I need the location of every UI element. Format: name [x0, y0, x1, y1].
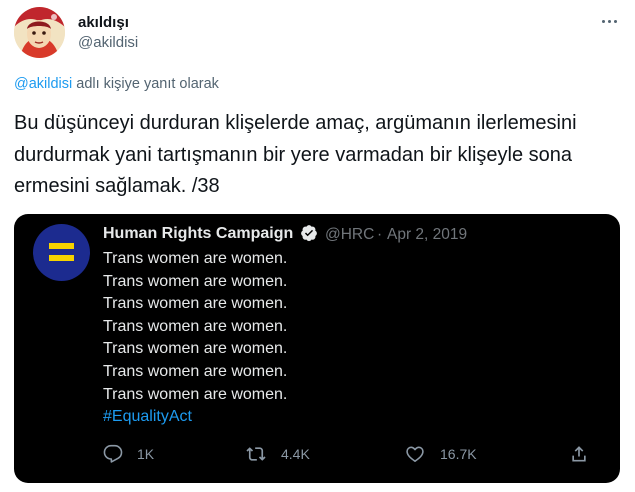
quoted-line: Trans women are women.: [103, 295, 288, 313]
like-count: 16.7K: [440, 446, 477, 462]
share-icon: [572, 446, 586, 462]
avatar-illustration: [14, 7, 65, 58]
retweet-count: 4.4K: [281, 446, 310, 462]
reply-to-suffix: adlı kişiye yanıt olarak: [72, 76, 219, 92]
logo-bar-top: [49, 243, 74, 249]
quoted-tweet-card[interactable]: Human Rights Campaign @HRC · Apr 2, 2019…: [14, 214, 620, 483]
like-button[interactable]: 16.7K: [404, 442, 477, 466]
tweet-header: akıldışı @akildisi: [14, 5, 624, 59]
hrc-equal-logo[interactable]: [33, 224, 90, 281]
quoted-author-handle[interactable]: @HRC: [325, 226, 374, 244]
reply-button[interactable]: 1K: [103, 442, 154, 466]
author-avatar[interactable]: [14, 7, 65, 58]
retweet-button[interactable]: 4.4K: [245, 442, 310, 466]
share-button[interactable]: [569, 442, 589, 466]
hashtag-link[interactable]: #EqualityAct: [103, 406, 287, 429]
quoted-line: Trans women are women.: [103, 340, 288, 358]
quoted-line: Trans women are women.: [103, 362, 288, 380]
reply-context: @akildisi adlı kişiye yanıt olarak: [14, 76, 219, 92]
verified-badge-icon: [301, 225, 317, 242]
retweet-icon: [246, 447, 266, 461]
reply-to-link[interactable]: @akildisi: [14, 76, 72, 92]
reply-icon: [103, 444, 123, 463]
like-icon: [406, 446, 424, 462]
more-dot: [613, 19, 617, 23]
quoted-tweet-text: Trans women are women. Trans women are w…: [103, 248, 287, 429]
more-icon[interactable]: [596, 11, 622, 31]
tweet-text: Bu düşünceyi durduran klişelerde amaç, a…: [14, 112, 577, 197]
reply-count: 1K: [137, 446, 155, 462]
logo-bar-bottom: [49, 255, 74, 261]
author-name[interactable]: akıldışı: [78, 14, 129, 31]
more-dot: [601, 19, 605, 23]
quoted-line: Trans women are women.: [103, 250, 288, 267]
quoted-separator: ·: [377, 226, 383, 243]
quoted-line: Trans women are women.: [103, 272, 288, 290]
quoted-line: Trans women are women.: [103, 317, 288, 335]
quoted-author-name[interactable]: Human Rights Campaign: [103, 225, 293, 243]
quoted-line: Trans women are women.: [103, 385, 288, 403]
quoted-date[interactable]: Apr 2, 2019: [387, 226, 467, 244]
author-handle[interactable]: @akildisi: [78, 34, 138, 51]
more-dot: [607, 19, 611, 23]
